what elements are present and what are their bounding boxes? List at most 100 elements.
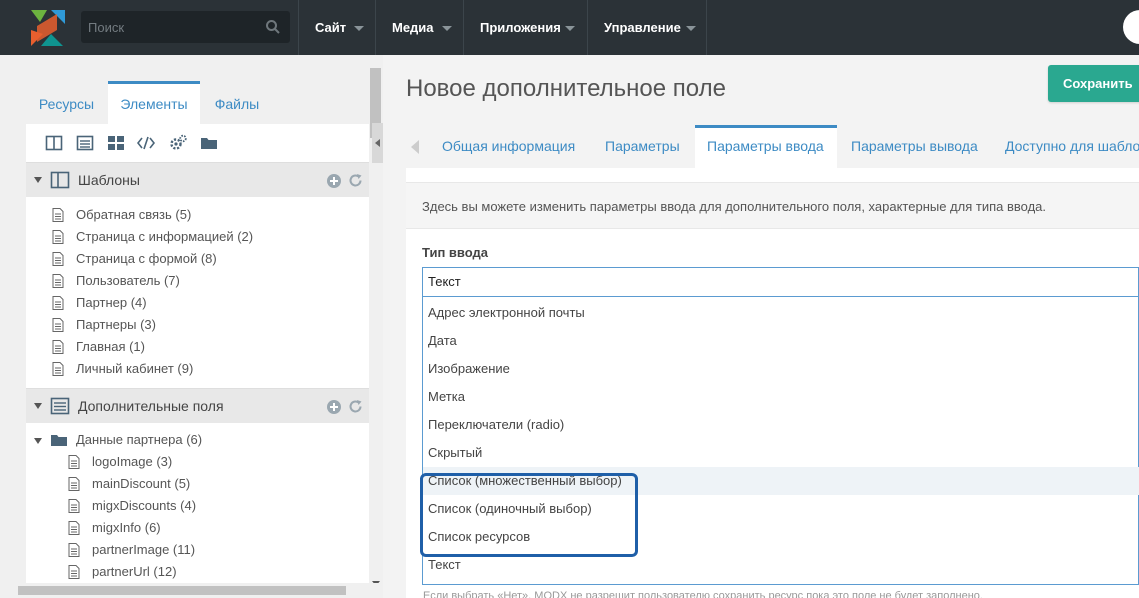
collapse-panel-button[interactable] xyxy=(372,123,383,163)
tabs-scroll-left-icon[interactable] xyxy=(411,140,419,154)
expand-triangle-icon[interactable] xyxy=(34,403,42,409)
tvs-section-title: Дополнительные поля xyxy=(78,398,224,414)
template-icon xyxy=(50,171,70,189)
file-icon xyxy=(68,455,80,469)
templates-section-header[interactable]: Шаблоны xyxy=(26,162,369,197)
file-icon xyxy=(68,565,80,579)
save-button[interactable]: Сохранить xyxy=(1048,65,1139,102)
file-icon xyxy=(52,274,64,288)
file-icon xyxy=(52,252,64,266)
tab-elements-label: Элементы xyxy=(120,96,188,112)
description-band: Здесь вы можете изменить параметры ввода… xyxy=(406,182,1139,229)
menu-manage-label: Управление xyxy=(604,20,681,35)
search-icon[interactable] xyxy=(265,19,281,35)
tv-icon xyxy=(50,397,70,415)
dropdown-option[interactable]: Список (одиночный выбор) xyxy=(423,495,1139,523)
tree-item-label: logoImage (3) xyxy=(92,454,173,469)
chevron-down-icon xyxy=(442,26,452,31)
tree-item-label: Партнеры (3) xyxy=(76,317,156,332)
snippet-icon[interactable] xyxy=(137,134,155,152)
tab-properties[interactable]: Параметры xyxy=(605,125,680,168)
plugin-icon[interactable] xyxy=(169,134,187,152)
main-content: Новое дополнительное поле Сохранить Обща… xyxy=(383,55,1139,598)
add-template-icon[interactable] xyxy=(327,174,341,188)
tv-icon[interactable] xyxy=(76,134,94,152)
tree-item-label: Личный кабинет (9) xyxy=(76,361,194,376)
menu-apps[interactable]: Приложения xyxy=(463,0,587,55)
tab-resources[interactable]: Ресурсы xyxy=(26,81,107,124)
tree-item-label: Обратная связь (5) xyxy=(76,207,192,222)
tab-elements[interactable]: Элементы xyxy=(108,81,200,124)
menu-site-label: Сайт xyxy=(315,20,347,35)
expand-triangle-icon[interactable] xyxy=(34,177,42,183)
file-icon xyxy=(52,208,64,222)
page-title: Новое дополнительное поле xyxy=(406,75,726,102)
required-hint-text: Если выбрать «Нет», MODX не разрешит пол… xyxy=(423,590,983,598)
expand-triangle-icon[interactable] xyxy=(34,438,42,444)
add-tv-icon[interactable] xyxy=(327,400,341,414)
tree-item-label: partnerUrl (12) xyxy=(92,564,177,579)
tree-item-label: mainDiscount (5) xyxy=(92,476,191,491)
description-text: Здесь вы можете изменить параметры ввода… xyxy=(422,199,1047,214)
menu-divider xyxy=(706,0,707,55)
search-input[interactable] xyxy=(81,11,261,43)
templates-section-title: Шаблоны xyxy=(78,172,140,188)
chunk-icon[interactable] xyxy=(107,134,125,152)
dropdown-option[interactable]: Метка xyxy=(423,383,1139,411)
scrollbar-thumb[interactable] xyxy=(18,586,346,595)
menu-manage[interactable]: Управление xyxy=(587,0,707,55)
input-type-dropdown[interactable]: Адрес электронной почты Дата Изображение… xyxy=(422,297,1139,585)
tree-item-label: migxDiscounts (4) xyxy=(92,498,197,513)
file-icon xyxy=(68,477,80,491)
modx-logo-icon[interactable] xyxy=(27,8,67,48)
category-folder-icon[interactable] xyxy=(200,134,218,152)
tab-input-options[interactable]: Параметры ввода xyxy=(695,125,837,168)
file-icon xyxy=(68,543,80,557)
refresh-icon[interactable] xyxy=(348,399,363,414)
input-type-label: Тип ввода xyxy=(422,245,488,260)
refresh-icon[interactable] xyxy=(348,173,363,188)
file-icon xyxy=(68,521,80,535)
tab-template-access[interactable]: Доступно для шабло xyxy=(1005,125,1139,168)
horizontal-scrollbar[interactable] xyxy=(0,583,383,598)
tree-item-label: Страница с информацией (2) xyxy=(76,229,254,244)
file-icon xyxy=(52,230,64,244)
tree-item-label: Партнер (4) xyxy=(76,295,147,310)
left-panel: Ресурсы Элементы Файлы Шаблоны Обратная … xyxy=(0,55,383,598)
menu-apps-label: Приложения xyxy=(480,20,561,35)
dropdown-option[interactable]: Дата xyxy=(423,327,1139,355)
tree-item-label: Страница с формой (8) xyxy=(76,251,217,266)
file-icon xyxy=(52,340,64,354)
dropdown-option[interactable]: Адрес электронной почты xyxy=(423,299,1139,327)
tree-item-label: Главная (1) xyxy=(76,339,145,354)
tree-item-label: migxInfo (6) xyxy=(92,520,161,535)
menu-site[interactable]: Сайт xyxy=(298,0,375,55)
dropdown-option[interactable]: Список ресурсов xyxy=(423,523,1139,551)
tab-output-options[interactable]: Параметры вывода xyxy=(851,125,978,168)
tab-files-label: Файлы xyxy=(214,96,260,112)
tree-item-label: Пользователь (7) xyxy=(76,273,180,288)
left-panel-tabs: Ресурсы Элементы Файлы xyxy=(26,81,369,124)
chevron-down-icon xyxy=(354,26,364,31)
dropdown-option-highlighted[interactable]: Список (множественный выбор) xyxy=(423,467,1139,495)
dropdown-option[interactable]: Скрытый xyxy=(423,439,1139,467)
tab-resources-label: Ресурсы xyxy=(38,96,95,112)
chevron-down-icon xyxy=(565,26,575,31)
tab-files[interactable]: Файлы xyxy=(200,81,274,124)
tvs-section-header[interactable]: Дополнительные поля xyxy=(26,388,369,423)
tv-tabs: Общая информация Параметры Параметры вво… xyxy=(406,125,1139,168)
search-box[interactable] xyxy=(81,11,290,43)
user-avatar[interactable] xyxy=(1123,10,1139,44)
tab-general[interactable]: Общая информация xyxy=(442,125,575,168)
template-icon[interactable] xyxy=(45,134,63,152)
dropdown-option[interactable]: Текст xyxy=(423,551,1139,579)
file-icon xyxy=(52,362,64,376)
dropdown-option[interactable]: Изображение xyxy=(423,355,1139,383)
folder-icon xyxy=(51,435,67,446)
menu-media[interactable]: Медиа xyxy=(375,0,463,55)
menu-media-label: Медиа xyxy=(392,20,434,35)
elements-toolbar xyxy=(26,124,369,162)
file-icon xyxy=(68,499,80,513)
input-type-select[interactable]: Текст xyxy=(422,267,1139,297)
dropdown-option[interactable]: Переключатели (radio) xyxy=(423,411,1139,439)
